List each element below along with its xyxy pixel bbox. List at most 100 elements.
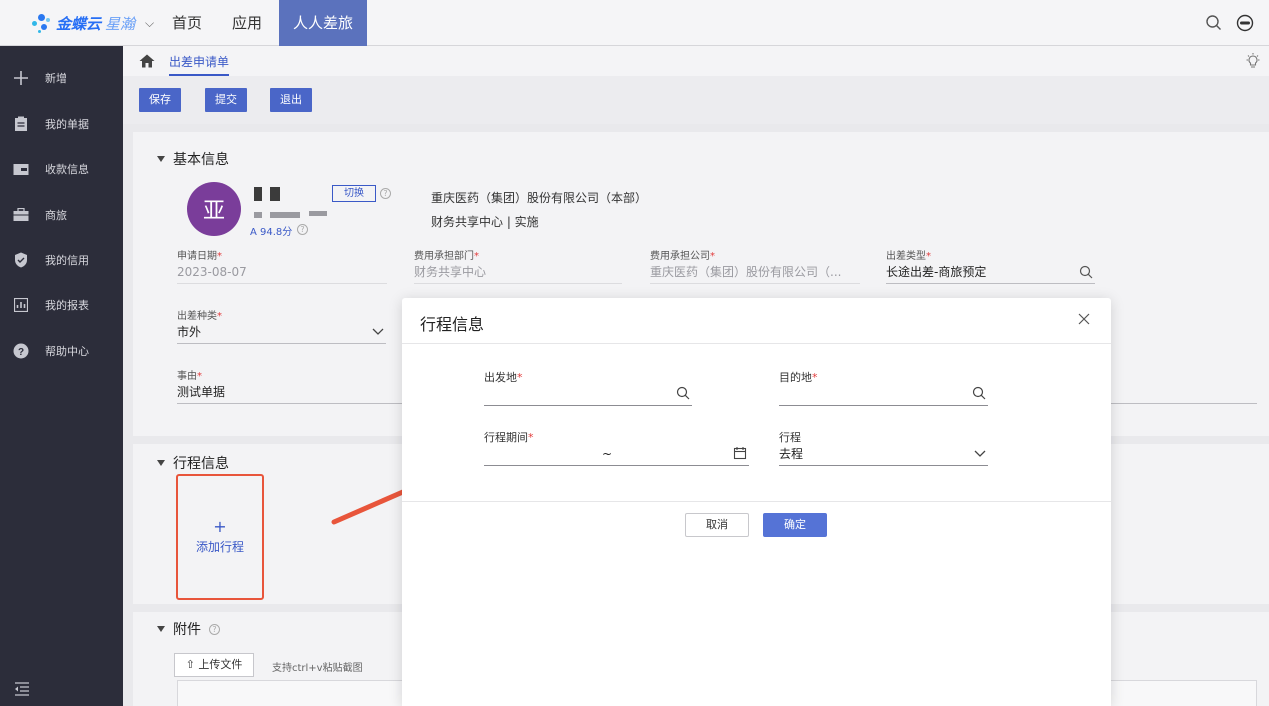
sidebar-item-business-travel[interactable]: 商旅 bbox=[0, 205, 123, 225]
shield-icon bbox=[13, 252, 29, 268]
apply-date-label: 申请日期* bbox=[177, 251, 222, 262]
sidebar: 新增 我的单据 收款信息 商旅 我的信用 我的报表 ? 帮助中心 bbox=[0, 46, 123, 706]
trip-type-label: 出差类型* bbox=[886, 251, 931, 262]
sidebar-item-my-credit[interactable]: 我的信用 bbox=[0, 250, 123, 270]
sidebar-item-help[interactable]: ? 帮助中心 bbox=[0, 341, 123, 361]
svg-text:?: ? bbox=[18, 347, 24, 358]
date-range-input[interactable]: ~ bbox=[484, 444, 749, 466]
trip-kind-value: 市外 bbox=[177, 325, 202, 339]
collapse-sidebar-icon[interactable] bbox=[14, 682, 30, 696]
departure-input[interactable] bbox=[484, 384, 692, 406]
sidebar-item-label: 收款信息 bbox=[45, 163, 89, 176]
itinerary-modal: 行程信息 出发地* 目的地* 行程期间* ~ 行程 去程 取消 确定 bbox=[402, 298, 1111, 706]
calendar-icon[interactable] bbox=[733, 446, 747, 460]
sidebar-item-label: 我的单据 bbox=[45, 118, 89, 131]
search-icon[interactable] bbox=[1079, 265, 1093, 279]
cancel-button[interactable]: 取消 bbox=[685, 513, 749, 537]
section-header-basic-info[interactable]: 基本信息 bbox=[157, 149, 229, 169]
chevron-down-icon bbox=[372, 328, 384, 335]
help-icon[interactable]: ? bbox=[209, 623, 220, 635]
destination-input[interactable] bbox=[779, 384, 988, 406]
collapse-triangle-icon bbox=[157, 626, 165, 632]
briefcase-icon bbox=[13, 207, 29, 223]
upload-file-button[interactable]: ⇧ 上传文件 bbox=[174, 653, 254, 677]
logo-subtext: 星瀚 bbox=[105, 14, 136, 33]
lightbulb-icon[interactable] bbox=[1245, 53, 1261, 69]
to-label: 目的地* bbox=[779, 371, 818, 384]
tab-apps[interactable]: 应用 bbox=[232, 0, 262, 46]
date-range-separator: ~ bbox=[602, 447, 613, 461]
dept-field: 财务共享中心 bbox=[414, 262, 622, 284]
submit-button[interactable]: 提交 bbox=[205, 88, 247, 112]
section-header-itinerary[interactable]: 行程信息 bbox=[157, 453, 229, 473]
search-icon[interactable] bbox=[1205, 14, 1223, 32]
exit-button[interactable]: 退出 bbox=[270, 88, 312, 112]
add-trip-label: 添加行程 bbox=[195, 540, 244, 554]
section-title: 行程信息 bbox=[173, 456, 229, 472]
logo-mark-icon bbox=[32, 12, 52, 34]
switch-button[interactable]: 切换 bbox=[332, 185, 376, 202]
sidebar-item-label: 帮助中心 bbox=[45, 345, 89, 358]
sidebar-item-label: 商旅 bbox=[45, 209, 67, 222]
reason-label: 事由* bbox=[177, 371, 202, 382]
home-icon[interactable] bbox=[139, 54, 155, 68]
sidebar-item-my-documents[interactable]: 我的单据 bbox=[0, 114, 123, 134]
sidebar-item-label: 我的报表 bbox=[45, 299, 89, 312]
paste-hint: 支持ctrl+v粘贴截图 bbox=[272, 663, 363, 674]
clipboard-icon bbox=[13, 116, 29, 132]
credit-score: A 94.8分 bbox=[250, 227, 293, 238]
app-logo[interactable]: 金蝶云 星瀚 ⌵ bbox=[32, 10, 154, 36]
section-title: 附件 bbox=[173, 622, 201, 638]
masked-info bbox=[309, 211, 327, 216]
upload-label: 上传文件 bbox=[198, 658, 243, 671]
help-icon[interactable]: ? bbox=[380, 188, 391, 199]
tab-home[interactable]: 首页 bbox=[172, 0, 202, 46]
sidebar-item-label: 新增 bbox=[45, 72, 67, 85]
trip-type-field[interactable]: 长途出差-商旅预定 bbox=[886, 262, 1095, 284]
wallet-icon bbox=[13, 161, 29, 177]
help-circle-icon: ? bbox=[13, 343, 29, 359]
search-icon[interactable] bbox=[676, 386, 690, 400]
apply-date-field: 2023-08-07 bbox=[177, 262, 387, 284]
close-icon[interactable] bbox=[1077, 312, 1091, 326]
department-info: 财务共享中心 | 实施 bbox=[431, 215, 539, 229]
avatar: 亚 bbox=[187, 182, 241, 236]
breadcrumb-tab-travel-request[interactable]: 出差申请单 bbox=[169, 53, 230, 76]
sidebar-item-my-reports[interactable]: 我的报表 bbox=[0, 295, 123, 315]
save-button[interactable]: 保存 bbox=[139, 88, 181, 112]
section-header-attachment[interactable]: 附件 ? bbox=[157, 619, 220, 639]
masked-name bbox=[270, 187, 280, 201]
chevron-down-icon[interactable]: ⌵ bbox=[145, 16, 154, 31]
sidebar-item-label: 我的信用 bbox=[45, 254, 89, 267]
trip-direction-select[interactable]: 去程 bbox=[779, 444, 988, 466]
chevron-down-icon bbox=[974, 450, 986, 457]
logo-text: 金蝶云 bbox=[56, 14, 102, 33]
toolbar: 保存 提交 退出 bbox=[123, 76, 1269, 124]
sidebar-item-new[interactable]: 新增 bbox=[0, 68, 123, 88]
section-title: 基本信息 bbox=[173, 152, 229, 168]
dept-label: 费用承担部门* bbox=[414, 251, 479, 262]
report-icon bbox=[13, 297, 29, 313]
user-menu-icon[interactable] bbox=[1236, 14, 1254, 32]
plus-icon bbox=[13, 70, 29, 86]
sidebar-item-payment-info[interactable]: 收款信息 bbox=[0, 159, 123, 179]
breadcrumb: 出差申请单 bbox=[123, 46, 1269, 76]
trip-kind-select[interactable]: 市外 bbox=[177, 322, 386, 344]
period-label: 行程期间* bbox=[484, 431, 534, 444]
collapse-triangle-icon bbox=[157, 156, 165, 162]
search-icon[interactable] bbox=[972, 386, 986, 400]
top-navigation-bar: 金蝶云 星瀚 ⌵ 首页 应用 人人差旅 bbox=[0, 0, 1269, 46]
help-icon[interactable]: ? bbox=[297, 224, 308, 235]
add-trip-button[interactable]: + 添加行程 bbox=[176, 474, 264, 600]
masked-name bbox=[254, 187, 262, 201]
tab-travel[interactable]: 人人差旅 bbox=[279, 0, 368, 46]
confirm-button[interactable]: 确定 bbox=[763, 513, 827, 537]
masked-info bbox=[254, 212, 262, 218]
plus-icon: + bbox=[213, 517, 227, 536]
modal-footer-divider bbox=[402, 501, 1111, 502]
modal-title: 行程信息 bbox=[420, 315, 485, 334]
from-label: 出发地* bbox=[484, 371, 523, 384]
trip-label: 行程 bbox=[779, 431, 801, 444]
company-label: 费用承担公司* bbox=[650, 251, 715, 262]
trip-direction-value: 去程 bbox=[779, 447, 804, 461]
